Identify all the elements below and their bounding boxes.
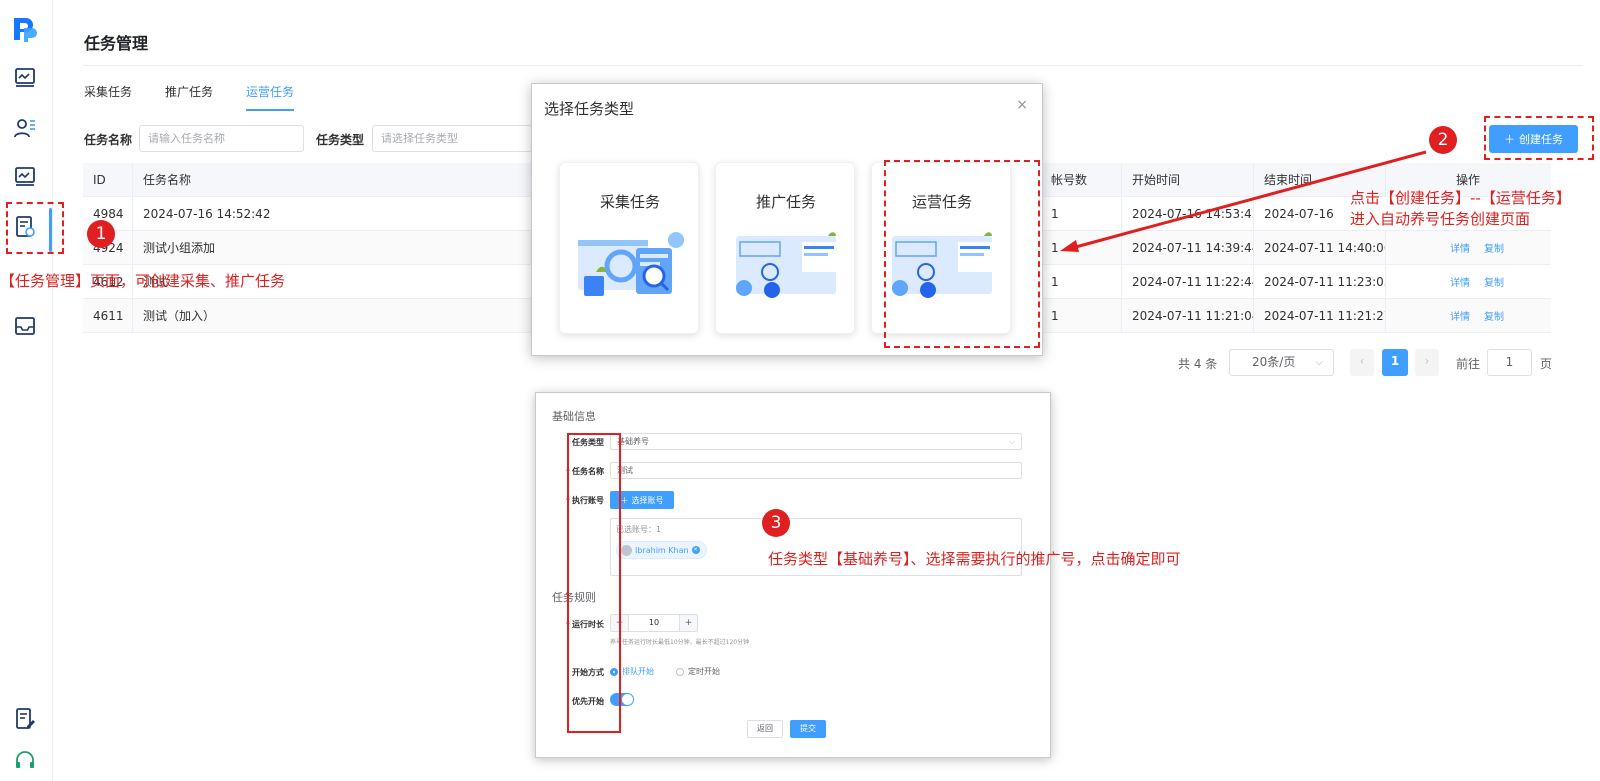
promote-illustration-icon xyxy=(736,232,836,298)
pagination-total: 共 4 条 xyxy=(1178,357,1218,371)
headset-icon[interactable] xyxy=(13,749,37,773)
row-start: 2024-07-11 11:21:04 xyxy=(1121,299,1253,333)
annotation-number-2: 2 xyxy=(1429,126,1457,154)
copy-link[interactable]: 复制 xyxy=(1484,244,1504,255)
tab-collect[interactable]: 采集任务 xyxy=(84,83,132,111)
modal-title: 选择任务类型 xyxy=(544,100,635,118)
edit-doc-icon[interactable] xyxy=(13,707,37,731)
avatar xyxy=(621,544,632,556)
tab-operation[interactable]: 运营任务 xyxy=(246,83,295,111)
close-icon[interactable]: × xyxy=(1016,97,1028,113)
select-account-label: 选择账号 xyxy=(631,495,664,505)
row-name: 2024-07-16 14:52:42 xyxy=(132,197,532,231)
copy-link[interactable]: 复制 xyxy=(1484,278,1504,289)
card-label: 采集任务 xyxy=(599,193,660,211)
account-name: Ibrahim Khan xyxy=(635,545,689,555)
toggle-knob xyxy=(622,694,633,705)
radio-unchecked-icon xyxy=(676,667,684,676)
row-start: 2024-07-11 11:22:44 xyxy=(1121,265,1253,299)
goto-label: 前往 xyxy=(1456,357,1481,371)
row-accounts: 1 xyxy=(1040,299,1121,333)
annotation-number-1: 1 xyxy=(87,220,115,248)
page-size-value: 20条/页 xyxy=(1252,355,1296,369)
card-promote-task[interactable]: 推广任务 xyxy=(715,162,855,334)
row-name: 测试小组添加 xyxy=(132,231,532,265)
col-name: 任务名称 xyxy=(132,163,532,197)
page-title: 任务管理 xyxy=(84,34,149,53)
app-logo-icon[interactable] xyxy=(10,14,40,44)
duration-hint: 养号任务运行时长最低10分钟，最长不超过120分钟 xyxy=(610,639,750,646)
page-unit-label: 页 xyxy=(1540,357,1553,371)
annotation-number-3: 3 xyxy=(762,509,790,537)
duration-value: 10 xyxy=(648,618,660,627)
monitor-chart-icon[interactable] xyxy=(13,66,37,90)
account-tag[interactable]: Ibrahim Khan × xyxy=(616,541,707,559)
row-accounts: 1 xyxy=(1040,265,1121,299)
row-name: 测试（加入） xyxy=(132,299,532,333)
chevron-down-icon: ⌵ xyxy=(1008,437,1015,446)
task-type-select[interactable]: 请选择任务类型 xyxy=(372,125,532,152)
detail-link[interactable]: 详情 xyxy=(1450,312,1470,323)
task-tabs: 采集任务 推广任务 运营任务 xyxy=(84,83,327,111)
annotation-text-3: 任务类型【基础养号】、选择需要执行的推广号，点击确定即可 xyxy=(768,550,1181,568)
card-collect-task[interactable]: 采集任务 xyxy=(559,162,699,334)
filter-name-label: 任务名称 xyxy=(84,133,133,147)
radio-scheduled-label: 定时开始 xyxy=(688,667,720,676)
row-ops: 详情 复制 xyxy=(1385,265,1551,299)
row-ops: 详情 复制 xyxy=(1385,299,1551,333)
annotation-box-form-labels xyxy=(567,433,621,733)
plus-icon[interactable]: + xyxy=(679,615,697,631)
plus-icon: ＋ xyxy=(620,495,629,505)
row-end: 2024-07-11 11:23:03 xyxy=(1253,265,1385,299)
annotation-box-create xyxy=(1484,116,1594,160)
task-type-value: 基础养号 xyxy=(617,437,649,446)
annotation-arrow xyxy=(1060,150,1427,252)
submit-button[interactable]: 提交 xyxy=(790,720,826,738)
section-basic-title: 基础信息 xyxy=(552,410,596,423)
detail-link[interactable]: 详情 xyxy=(1450,278,1470,289)
remove-tag-icon[interactable]: × xyxy=(691,546,700,554)
chevron-down-icon: ⌵ xyxy=(1315,357,1323,368)
task-type-field[interactable]: 基础养号 ⌵ xyxy=(610,433,1022,450)
card-label: 推广任务 xyxy=(755,193,816,211)
inbox-icon[interactable] xyxy=(13,314,37,338)
radio-queue-label: 排队开始 xyxy=(622,667,654,676)
page-1-button[interactable]: 1 xyxy=(1382,349,1408,376)
back-button[interactable]: 返回 xyxy=(747,720,783,738)
radio-scheduled[interactable]: 定时开始 xyxy=(676,666,720,677)
title-divider xyxy=(83,65,1583,66)
duration-stepper[interactable]: − 10 + xyxy=(610,614,698,632)
annotation-text-1: 【任务管理】页面，可创建采集、推广任务 xyxy=(0,272,286,290)
screen-chart-icon[interactable] xyxy=(13,165,37,189)
filter-type-label: 任务类型 xyxy=(316,133,365,147)
detail-link[interactable]: 详情 xyxy=(1450,244,1470,255)
col-id: ID xyxy=(93,173,106,187)
row-end: 2024-07-11 11:21:27 xyxy=(1253,299,1385,333)
goto-page-input[interactable]: 1 xyxy=(1487,349,1532,376)
sidebar xyxy=(0,0,53,781)
task-name-field[interactable]: 测试 xyxy=(610,462,1022,479)
prev-page-button[interactable]: ‹ xyxy=(1350,349,1374,376)
copy-link[interactable]: 复制 xyxy=(1484,312,1504,323)
collect-illustration-icon xyxy=(578,232,684,296)
next-page-button[interactable]: › xyxy=(1415,349,1439,376)
selected-count: 已选账号：1 xyxy=(616,525,662,534)
user-list-icon[interactable] xyxy=(13,116,37,140)
tab-promote[interactable]: 推广任务 xyxy=(165,83,213,111)
page-size-select[interactable]: 20条/页 ⌵ xyxy=(1229,349,1334,376)
annotation-box-sidebar xyxy=(6,202,64,254)
task-name-input[interactable]: 请输入任务名称 xyxy=(139,125,304,152)
annotation-box-operation-card xyxy=(884,160,1040,348)
row-id: 4611 xyxy=(93,309,124,323)
